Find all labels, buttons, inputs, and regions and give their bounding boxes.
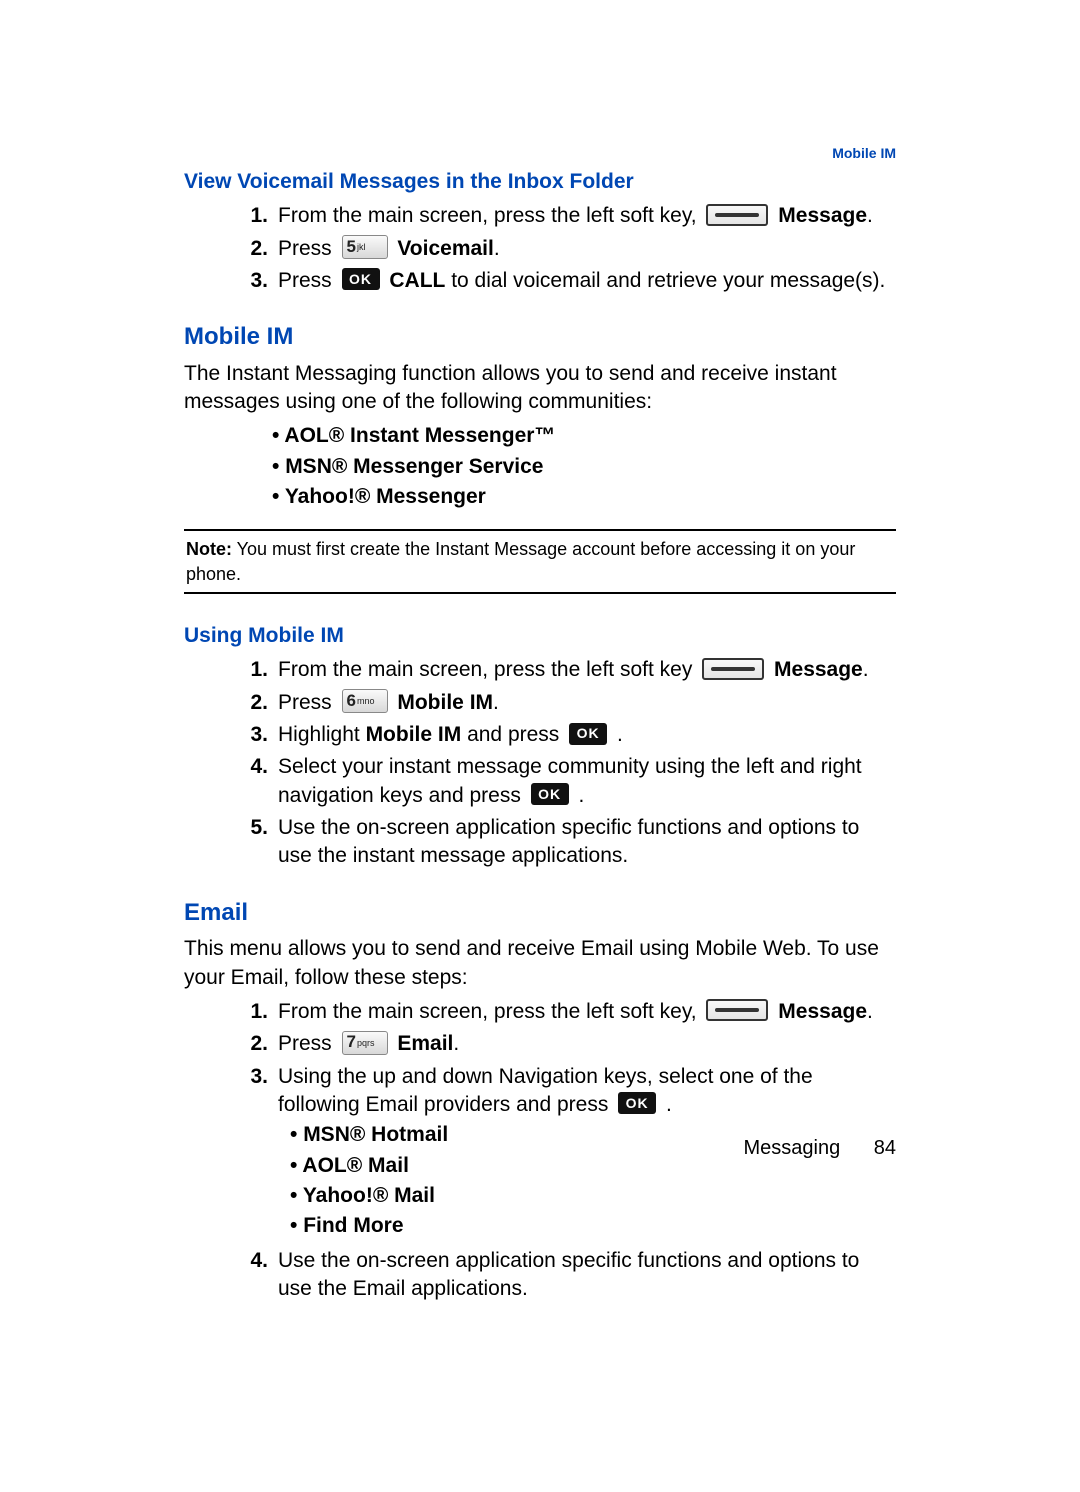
step-text: From the main screen, press the left sof… (278, 656, 896, 684)
step-number: 2. (240, 235, 278, 263)
step-number: 3. (240, 267, 278, 295)
label-mobile-im: Mobile IM (397, 691, 493, 714)
text: Using the up and down Navigation keys, s… (278, 1065, 813, 1116)
header-section-link: Mobile IM (832, 144, 896, 163)
ok-key-icon: OK (531, 783, 569, 805)
step-text: Select your instant message community us… (278, 753, 896, 810)
text: Press (278, 1032, 338, 1055)
step-text: Use the on-screen application specific f… (278, 1247, 896, 1304)
ok-key-icon: OK (342, 268, 380, 290)
text: Press (278, 691, 338, 714)
steps-voicemail: 1. From the main screen, press the left … (184, 202, 896, 295)
step-number: 3. (240, 1063, 278, 1243)
step: 5. Use the on-screen application specifi… (184, 814, 896, 871)
ok-key-icon: OK (569, 723, 607, 745)
step-text: Press 5jkl Voicemail. (278, 235, 896, 263)
page-footer: Messaging 84 (743, 1135, 896, 1162)
step: 3. Press OK CALL to dial voicemail and r… (184, 267, 896, 295)
step-number: 3. (240, 721, 278, 749)
heading-mobile-im: Mobile IM (184, 321, 896, 353)
step-text: Press OK CALL to dial voicemail and retr… (278, 267, 896, 295)
step: 2. Press 6mno Mobile IM. (184, 689, 896, 717)
text: From the main screen, press the left sof… (278, 658, 698, 681)
step: 1. From the main screen, press the left … (184, 202, 896, 230)
text: Press (278, 237, 338, 260)
note-text: You must first create the Instant Messag… (186, 539, 855, 583)
heading-using-mobile-im: Using Mobile IM (184, 622, 896, 650)
step-number: 5. (240, 814, 278, 871)
step: 3. Highlight Mobile IM and press OK . (184, 721, 896, 749)
step: 1. From the main screen, press the left … (184, 998, 896, 1026)
step: 1. From the main screen, press the left … (184, 656, 896, 684)
label-call: CALL (389, 269, 445, 292)
text: Select your instant message community us… (278, 755, 862, 806)
im-community-list: AOL® Instant Messenger™ MSN® Messenger S… (184, 422, 896, 511)
step-number: 1. (240, 656, 278, 684)
step-number: 2. (240, 1030, 278, 1058)
label-message: Message (778, 1000, 867, 1023)
softkey-icon (706, 204, 768, 226)
softkey-icon (706, 999, 768, 1021)
paragraph: The Instant Messaging function allows yo… (184, 360, 896, 417)
step: 2. Press 5jkl Voicemail. (184, 235, 896, 263)
step-number: 4. (240, 753, 278, 810)
footer-page-number: 84 (874, 1137, 896, 1159)
text: and press (461, 723, 565, 746)
step-number: 1. (240, 998, 278, 1026)
text: to dial voicemail and retrieve your mess… (445, 269, 885, 292)
heading-view-voicemail: View Voicemail Messages in the Inbox Fol… (184, 168, 896, 196)
note-label: Note: (186, 539, 232, 559)
key-6-icon: 6mno (342, 689, 388, 713)
softkey-icon (702, 658, 764, 680)
ok-key-icon: OK (618, 1092, 656, 1114)
text: From the main screen, press the left sof… (278, 1000, 702, 1023)
step-number: 2. (240, 689, 278, 717)
text: Press (278, 269, 338, 292)
manual-page: Mobile IM View Voicemail Messages in the… (0, 0, 1080, 1492)
note-box: Note: You must first create the Instant … (184, 529, 896, 594)
step-text: Use the on-screen application specific f… (278, 814, 896, 871)
text: From the main screen, press the left sof… (278, 204, 702, 227)
list-item: Yahoo!® Messenger (184, 483, 896, 511)
heading-email: Email (184, 897, 896, 929)
key-7-icon: 7pqrs (342, 1031, 388, 1055)
step: 2. Press 7pqrs Email. (184, 1030, 896, 1058)
steps-mobile-im: 1. From the main screen, press the left … (184, 656, 896, 870)
list-item: Find More (278, 1212, 896, 1240)
step: 4. Use the on-screen application specifi… (184, 1247, 896, 1304)
label-voicemail: Voicemail (397, 237, 494, 260)
step: 4. Select your instant message community… (184, 753, 896, 810)
text: Highlight (278, 723, 366, 746)
step-number: 4. (240, 1247, 278, 1304)
footer-section: Messaging (743, 1137, 840, 1159)
key-5-icon: 5jkl (342, 235, 388, 259)
label-mobile-im: Mobile IM (366, 723, 462, 746)
step-text: From the main screen, press the left sof… (278, 998, 896, 1026)
paragraph: This menu allows you to send and receive… (184, 935, 896, 992)
label-message: Message (774, 658, 863, 681)
step-number: 1. (240, 202, 278, 230)
step-text: Press 7pqrs Email. (278, 1030, 896, 1058)
label-message: Message (778, 204, 867, 227)
list-item: Yahoo!® Mail (278, 1182, 896, 1210)
label-email: Email (397, 1032, 453, 1055)
list-item: AOL® Instant Messenger™ (184, 422, 896, 450)
step-text: Press 6mno Mobile IM. (278, 689, 896, 717)
list-item: MSN® Messenger Service (184, 453, 896, 481)
step-text: From the main screen, press the left sof… (278, 202, 896, 230)
step-text: Highlight Mobile IM and press OK . (278, 721, 896, 749)
